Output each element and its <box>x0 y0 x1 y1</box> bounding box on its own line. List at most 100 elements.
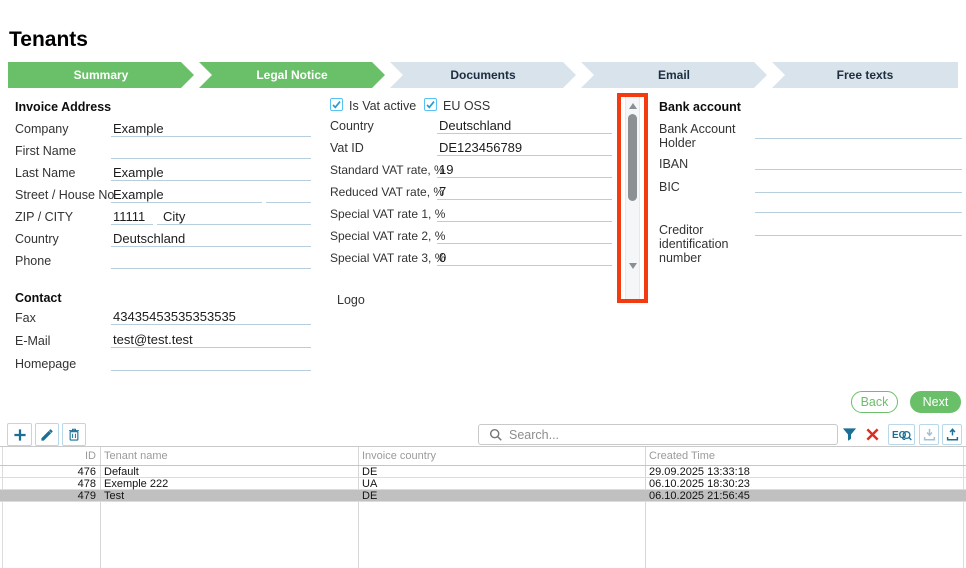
checkbox-check-icon <box>331 99 342 110</box>
filter-icon <box>842 427 857 442</box>
last-name-label: Last Name <box>15 166 75 180</box>
company-label: Company <box>15 122 69 136</box>
vat-country-field[interactable]: Deutschland <box>437 118 612 134</box>
search-icon <box>489 428 503 442</box>
cell-invoice-country: DE <box>362 466 377 478</box>
special-vat-2-label: Special VAT rate 2, % <box>330 229 445 243</box>
special-vat-3-label: Special VAT rate 3, % <box>330 251 445 265</box>
annotation-highlight-box <box>617 93 648 303</box>
creditor-id-label: Creditor identification number <box>659 223 751 265</box>
homepage-field[interactable] <box>111 355 311 371</box>
step-legal-notice[interactable]: Legal Notice <box>199 62 385 88</box>
next-button[interactable]: Next <box>910 391 961 413</box>
header-id[interactable]: ID <box>0 447 96 466</box>
zip-city-label: ZIP / CITY <box>15 210 73 224</box>
table-row[interactable]: 478 Exemple 222 UA 06.10.2025 18:30:23 <box>0 478 966 490</box>
step-documents[interactable]: Documents <box>390 62 576 88</box>
homepage-label: Homepage <box>15 357 76 371</box>
vat-id-label: Vat ID <box>330 141 364 155</box>
page-title: Tenants <box>9 28 88 52</box>
email-label: E-Mail <box>15 334 50 348</box>
upload-button[interactable] <box>942 424 962 445</box>
upload-icon <box>946 428 959 441</box>
download-button[interactable] <box>919 424 939 445</box>
country-label: Country <box>15 232 59 246</box>
country-field[interactable]: Deutschland <box>111 231 311 247</box>
house-no-field[interactable] <box>266 187 311 203</box>
bank-extra-field[interactable] <box>755 197 962 213</box>
city-field[interactable]: City <box>157 209 311 225</box>
download-icon <box>923 428 936 441</box>
cell-tenant-name: Default <box>104 466 139 478</box>
clear-filter-button[interactable] <box>863 423 882 446</box>
reduced-vat-label: Reduced VAT rate, % <box>330 185 444 199</box>
street-label: Street / House No <box>15 188 114 202</box>
special-vat-3-field[interactable]: 0 <box>437 250 612 266</box>
bic-field[interactable] <box>755 177 962 193</box>
vat-id-field[interactable]: DE123456789 <box>437 140 612 156</box>
back-button[interactable]: Back <box>851 391 898 413</box>
bank-holder-label: Bank Account Holder <box>659 122 751 150</box>
delete-button[interactable] <box>62 423 86 446</box>
table-row[interactable]: 476 Default DE 29.09.2025 13:33:18 <box>0 466 966 478</box>
zip-field[interactable]: 11111 <box>111 209 153 225</box>
standard-vat-label: Standard VAT rate, % <box>330 163 445 177</box>
cell-tenant-name: Exemple 222 <box>104 478 168 490</box>
search-input[interactable] <box>509 426 837 443</box>
cell-created-time: 06.10.2025 18:30:23 <box>649 478 750 490</box>
edit-button[interactable] <box>35 423 59 446</box>
scroll-down-icon[interactable] <box>629 263 637 269</box>
cell-invoice-country: DE <box>362 490 377 502</box>
plus-icon <box>12 427 28 443</box>
phone-field[interactable] <box>111 253 311 269</box>
email-field[interactable]: test@test.test <box>111 332 311 348</box>
scroll-up-icon[interactable] <box>629 103 637 109</box>
fax-field[interactable]: 43435453535353535 <box>111 309 311 325</box>
vat-active-checkbox[interactable] <box>330 98 343 111</box>
header-tenant-name[interactable]: Tenant name <box>104 447 168 466</box>
pencil-icon <box>40 428 54 442</box>
vat-country-label: Country <box>330 119 374 133</box>
search-box[interactable] <box>478 424 838 445</box>
bank-holder-field[interactable] <box>755 123 962 139</box>
table-row-selected[interactable]: 479 Test DE 06.10.2025 21:56:45 <box>0 490 966 502</box>
special-vat-2-field[interactable] <box>437 228 612 244</box>
cell-id: 476 <box>0 466 96 478</box>
step-email[interactable]: Email <box>581 62 767 88</box>
special-vat-1-field[interactable] <box>437 206 612 222</box>
scrollbar[interactable] <box>625 97 640 299</box>
reduced-vat-field[interactable]: 7 <box>437 184 612 200</box>
trash-icon <box>67 427 81 442</box>
scrollbar-thumb[interactable] <box>628 114 637 201</box>
header-created-time[interactable]: Created Time <box>649 447 715 466</box>
eu-oss-checkbox[interactable] <box>424 98 437 111</box>
phone-label: Phone <box>15 254 51 268</box>
invoice-address-title: Invoice Address <box>15 100 111 114</box>
wizard-steps: Summary Legal Notice Documents Email Fre… <box>8 62 958 88</box>
first-name-field[interactable] <box>111 143 311 159</box>
column-search-button[interactable]: EQ <box>888 424 915 445</box>
vat-active-checkbox-label[interactable]: Is Vat active <box>349 99 416 113</box>
filter-button[interactable] <box>840 423 858 446</box>
logo-label: Logo <box>337 293 365 307</box>
column-search-eq-icon: EQ <box>891 427 912 442</box>
cell-created-time: 06.10.2025 21:56:45 <box>649 490 750 502</box>
company-field[interactable]: Example <box>111 121 311 137</box>
header-invoice-country[interactable]: Invoice country <box>362 447 436 466</box>
iban-field[interactable] <box>755 154 962 170</box>
standard-vat-field[interactable]: 19 <box>437 162 612 178</box>
bank-account-title: Bank account <box>659 100 741 114</box>
cell-tenant-name: Test <box>104 490 124 502</box>
special-vat-1-label: Special VAT rate 1, % <box>330 207 445 221</box>
street-field[interactable]: Example <box>111 187 262 203</box>
eu-oss-checkbox-label[interactable]: EU OSS <box>443 99 490 113</box>
step-summary[interactable]: Summary <box>8 62 194 88</box>
tenants-table: ID Tenant name Invoice country Created T… <box>0 447 966 568</box>
add-button[interactable] <box>7 423 32 446</box>
first-name-label: First Name <box>15 144 76 158</box>
last-name-field[interactable]: Example <box>111 165 311 181</box>
creditor-id-field[interactable] <box>755 220 962 236</box>
step-free-texts[interactable]: Free texts <box>772 62 958 88</box>
cell-id: 479 <box>0 490 96 502</box>
table-header-row: ID Tenant name Invoice country Created T… <box>0 447 966 466</box>
